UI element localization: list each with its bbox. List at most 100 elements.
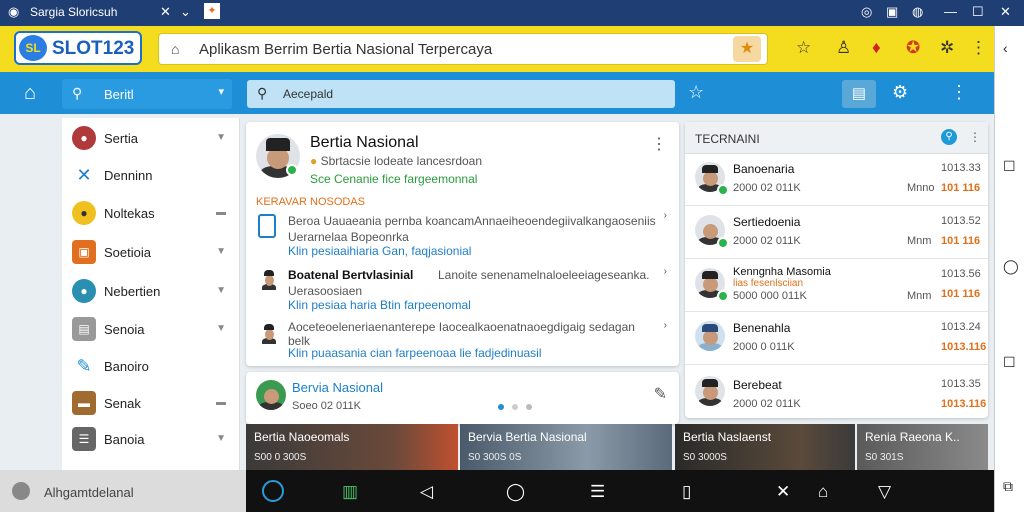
menu-icon[interactable]: ⋮ <box>970 38 987 58</box>
avatar-icon: ● <box>72 201 96 225</box>
maximize-icon[interactable]: ☐ <box>972 4 984 20</box>
settings-icon[interactable]: ✲ <box>940 38 954 58</box>
row-meta: 2000 02 011K <box>733 235 801 247</box>
more-options-icon[interactable]: ⋮ <box>651 134 667 154</box>
square-icon-2[interactable]: ☐ <box>1003 354 1016 371</box>
app-icon: ◉ <box>8 4 20 19</box>
chevron-down-icon: ▼ <box>216 132 226 143</box>
thumbnail[interactable]: Bertia Naoeomals S00 0 300S <box>246 424 458 470</box>
sidebar-item-sertia[interactable]: ● Sertia ▼ <box>62 120 240 156</box>
carousel-dot[interactable] <box>512 404 518 410</box>
dot-icon: ▬ <box>216 207 226 218</box>
window-icon[interactable]: ⧉ <box>1003 478 1013 495</box>
files-icon[interactable]: ▥ <box>342 482 358 502</box>
chevron-right-icon[interactable]: › <box>664 266 667 277</box>
home-outline-icon: ⌂ <box>171 41 180 57</box>
sidebar-item-banoiro[interactable]: ✎ Banoiro <box>62 348 240 384</box>
home-icon[interactable]: ⌂ <box>24 82 36 105</box>
back-arrow-icon[interactable]: ◁ <box>420 482 433 502</box>
taskbar-app[interactable]: Alhgamtdelanal <box>0 470 246 512</box>
verified-icon <box>717 237 729 249</box>
feed-item-text: Lanoite senenamelnaloeleeiageseanka. <box>438 268 650 282</box>
feed-item-title[interactable]: Boatenal Bertvlasinial <box>288 268 413 282</box>
favorite-icon[interactable]: ☆ <box>796 38 811 58</box>
extension-puzzle-icon[interactable]: ✪ <box>906 38 920 58</box>
carousel-dot-active[interactable] <box>498 404 504 410</box>
copy-icon[interactable]: ▯ <box>682 482 691 502</box>
feed-item-link[interactable]: Klin puaasania cian farpeenoaa lie fadje… <box>288 346 542 360</box>
circle-icon[interactable]: ◯ <box>1003 258 1019 275</box>
edit-icon[interactable]: ✎ <box>654 384 667 404</box>
profile-icon[interactable]: ♙ <box>836 38 851 58</box>
sidebar-item-senak[interactable]: ▬ Senak ▬ <box>62 385 240 421</box>
record-icon[interactable]: ◎ <box>861 4 872 20</box>
wallet-icon: ▬ <box>72 391 96 415</box>
thumbnail[interactable]: Renia Raeona K.. S0 301S <box>857 424 988 470</box>
avatar-icon: ● <box>72 279 96 303</box>
minimize-icon[interactable]: — <box>944 4 957 19</box>
post-title[interactable]: Bertia Nasional <box>310 134 419 152</box>
tools-icon[interactable]: ✕ <box>776 482 790 502</box>
star-outline-icon[interactable]: ☆ <box>688 82 704 103</box>
thumbnail-meta: S0 3000S <box>683 452 727 463</box>
post-line-2: Sce Cenanie fice fargeemonnal <box>310 172 478 186</box>
list-item[interactable]: Kenngnha Masomia lias fesenlsciian 5000 … <box>685 260 988 312</box>
address-bar[interactable]: ⌂ Aplikasm Berrim Bertia Nasional Terper… <box>158 33 768 65</box>
sidebar-search[interactable]: ⚲ Beritl ▾ <box>62 79 232 109</box>
bookmark-star-icon[interactable]: ★ <box>733 36 761 62</box>
gear-icon[interactable]: ⚙ <box>892 82 908 103</box>
list-item[interactable]: Sertiedoenia 2000 02 011K Mnm 1013.52 10… <box>685 207 988 259</box>
shield-icon[interactable]: ◍ <box>912 4 923 20</box>
avatar-icon: ● <box>72 126 96 150</box>
more-icon[interactable]: ⋮ <box>969 130 981 144</box>
home-circle-icon[interactable]: ◯ <box>506 482 525 502</box>
thumbnail[interactable]: Bertia Naslaenst S0 3000S <box>675 424 855 470</box>
chevron-right-icon[interactable]: › <box>664 210 667 221</box>
sidebar-item-nebertien[interactable]: ● Nebertien ▼ <box>62 273 240 309</box>
recents-icon[interactable]: ☰ <box>590 482 605 502</box>
sidebar-item-senoia[interactable]: ▤ Senoia ▼ <box>62 311 240 347</box>
square-icon[interactable]: ☐ <box>1003 158 1016 175</box>
close-icon[interactable]: ✕ <box>1000 4 1011 20</box>
chevron-right-icon[interactable]: › <box>664 320 667 331</box>
close-tab-icon[interactable]: ✕ <box>160 4 171 20</box>
thumbnail-meta: S0 300S 0S <box>468 452 522 463</box>
sidebar-item-label: Banoiro <box>104 359 149 374</box>
sidebar-item-banoia[interactable]: ☰ Banoia ▼ <box>62 421 240 457</box>
list-item[interactable]: Benenahla 2000 0 011K 1013.24 1013.116 <box>685 313 988 365</box>
notification-icon[interactable]: ♦ <box>872 38 881 58</box>
avatar <box>260 322 278 344</box>
sidebar-item-denninn[interactable]: ✕ Denninn <box>62 157 240 193</box>
sidebar-item-label: Nebertien <box>104 284 161 299</box>
list-item[interactable]: Berebeat 2000 02 011K 1013.35 1013.116 <box>685 366 988 418</box>
layout-icon[interactable]: ▤ <box>842 80 876 108</box>
home-outline-icon[interactable]: ⌂ <box>818 482 828 502</box>
carousel-dot[interactable] <box>526 404 532 410</box>
search-icon[interactable]: ⚲ <box>941 129 957 145</box>
chevron-down-icon: ▼ <box>216 285 226 296</box>
post-card-title[interactable]: Bervia Nasional <box>292 380 383 395</box>
sidebar-item-soetioia[interactable]: ▣ Soetioia ▼ <box>62 234 240 270</box>
feed-item-link[interactable]: Klin pesiaa haria Btin farpeenomal <box>288 298 471 312</box>
pen-icon: ✎ <box>72 354 96 378</box>
shield-outline-icon[interactable]: ▽ <box>878 482 891 502</box>
more-icon[interactable]: ⋮ <box>950 82 968 103</box>
post-card[interactable]: Bervia Nasional Soeo 02 011K ✎ <box>246 372 679 424</box>
chevron-down-icon[interactable]: ⌄ <box>180 4 191 20</box>
row-time: 1013.52 <box>941 215 981 227</box>
main-search-input[interactable]: ⚲ Aecepald <box>247 80 675 108</box>
new-tab-icon[interactable]: ✦ <box>204 3 220 19</box>
thumbnail[interactable]: Bervia Bertia Nasional S0 300S 0S <box>460 424 672 470</box>
row-amount: 1013.116 <box>941 341 987 353</box>
feed-item-link[interactable]: Klin pesiaaihiaria Gan, faqjasionial <box>288 244 471 258</box>
back-icon[interactable]: ‹ <box>1003 40 1008 56</box>
extension-icon[interactable]: ▣ <box>886 4 898 20</box>
main-search-text: Aecepald <box>283 87 334 101</box>
feed-item-text-2: Uerasoosiaen <box>288 284 363 298</box>
logo[interactable]: SL SLOT123 <box>14 31 142 65</box>
sidebar-item-noltekas[interactable]: ● Noltekas ▬ <box>62 195 240 231</box>
assistant-icon[interactable] <box>262 480 284 502</box>
row-amount: 1013.116 <box>941 398 987 410</box>
sidebar-search-text: Beritl <box>104 87 134 102</box>
list-item[interactable]: Banoenaria 2000 02 011K Mnno 1013.33 101… <box>685 154 988 206</box>
